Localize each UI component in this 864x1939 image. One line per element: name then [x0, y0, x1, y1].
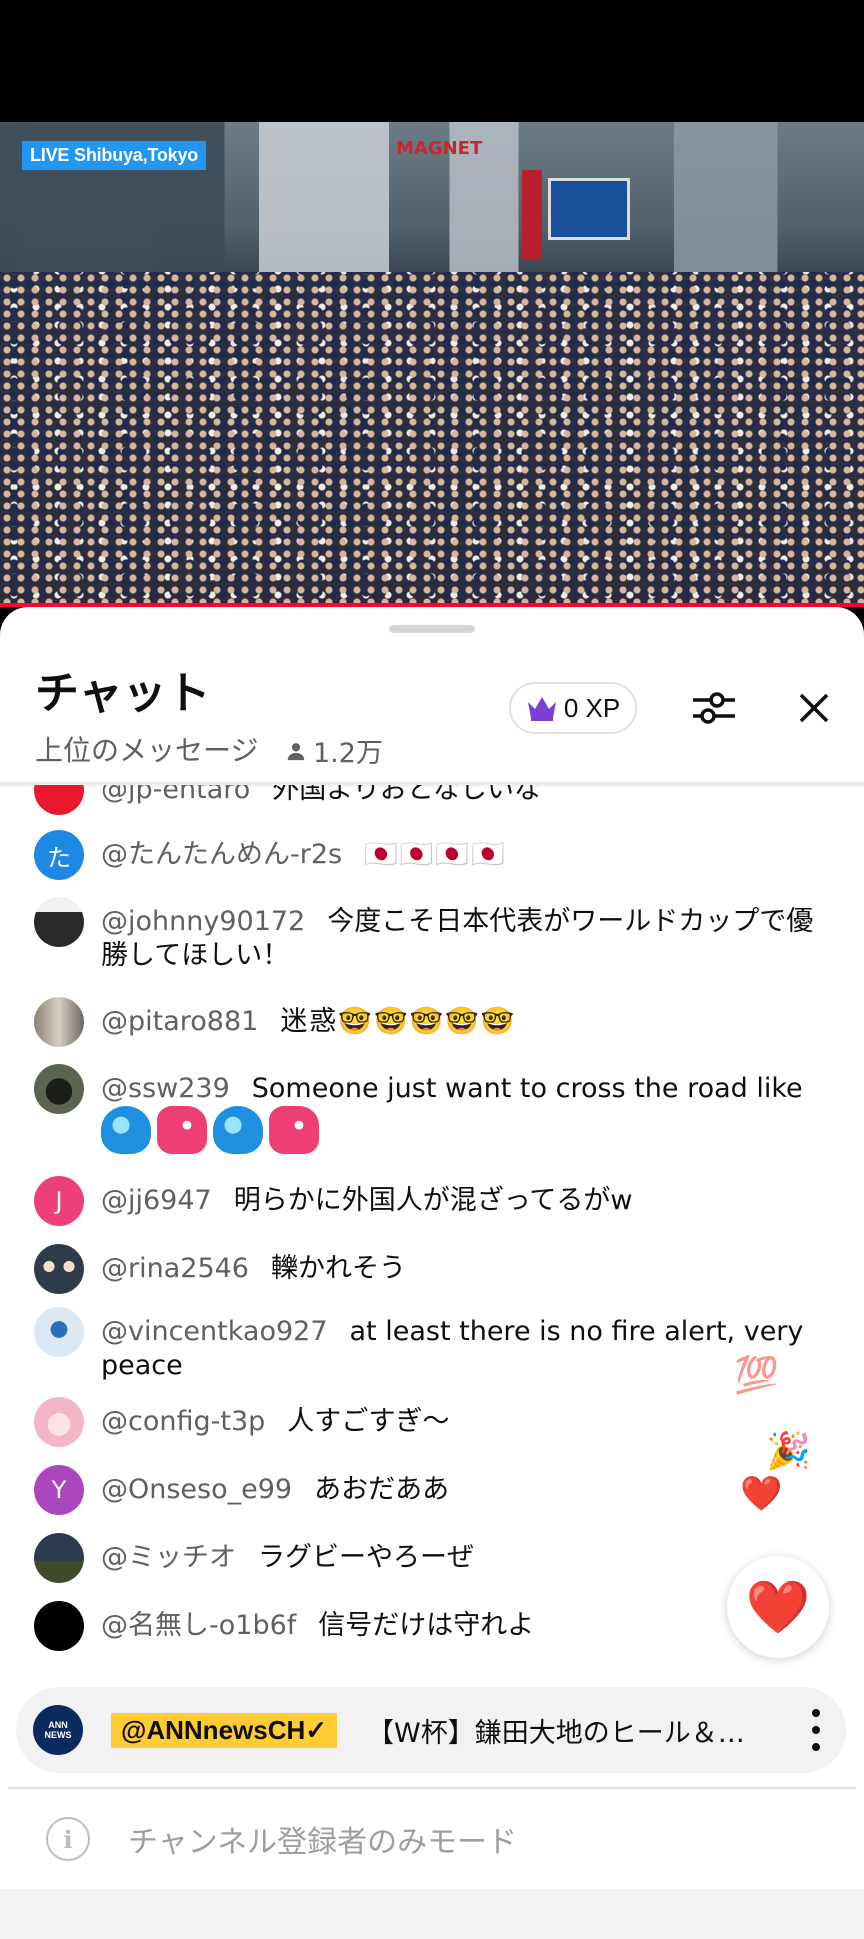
pinned-message[interactable]: ANN NEWS @ANNnewsCH✓ 【W杯】鎌田大地のヒール＆スペシャル [16, 1687, 846, 1773]
avatar[interactable] [34, 1244, 84, 1294]
chat-panel: チャット 上位のメッセージ 1.2万 0 XP @jp-entaro 外国よりおと… [0, 607, 864, 1939]
chat-message[interactable]: た @たんたんめん-r2s 🇯🇵🇯🇵🇯🇵🇯🇵 [34, 830, 824, 880]
info-icon[interactable]: i [46, 1817, 90, 1861]
xp-badge[interactable]: 0 XP [509, 682, 637, 734]
message-text: 明らかに外国人が混ざってるがw [233, 1185, 633, 1216]
pink-monster-sticker [157, 1106, 207, 1154]
chat-message[interactable]: @vincentkao927 at least there is no fire … [34, 1307, 824, 1383]
chat-message[interactable]: Y @Onseso_e99 あおだああ [34, 1465, 824, 1515]
channel-logo[interactable]: ANN NEWS [33, 1705, 83, 1755]
avatar[interactable] [34, 785, 84, 815]
channel-logo-bottom: NEWS [44, 1730, 72, 1740]
viewer-count: 1.2万 [285, 731, 383, 770]
close-button[interactable] [788, 682, 840, 734]
chat-message-list[interactable]: @jp-entaro 外国よりおとなしいな た @たんたんめん-r2s 🇯🇵🇯🇵🇯🇵… [0, 785, 864, 1685]
chat-message[interactable]: @pitaro881 迷惑🤓🤓🤓🤓🤓 [34, 997, 824, 1047]
pinned-channel-tag[interactable]: @ANNnewsCH✓ [111, 1712, 338, 1748]
close-icon [799, 693, 829, 723]
message-text: ラグビーやろーぜ [258, 1542, 474, 1573]
message-author[interactable]: @rina2546 [101, 1253, 249, 1284]
message-author[interactable]: @名無し-o1b6f [101, 1610, 296, 1641]
pink-monster-sticker [269, 1106, 319, 1154]
message-text: 人すごすぎ〜 [287, 1406, 450, 1437]
avatar[interactable] [34, 1307, 84, 1357]
dot [812, 1743, 820, 1751]
chat-message[interactable]: @jp-entaro 外国よりおとなしいな [34, 785, 824, 815]
message-author[interactable]: @たんたんめん-r2s [101, 839, 342, 870]
avatar[interactable] [34, 897, 84, 947]
video-player[interactable]: MAGNET [0, 122, 864, 605]
chat-message[interactable]: @johnny90172 今度こそ日本代表がワールドカップで優勝してほしい！ [34, 897, 824, 973]
sliders-icon [693, 692, 735, 724]
dot [812, 1726, 820, 1734]
channel-logo-top: ANN [48, 1720, 68, 1730]
video-sign-text: MAGNET [396, 138, 483, 159]
navigation-bar [0, 1889, 864, 1939]
avatar[interactable] [34, 1397, 84, 1447]
person-icon [287, 742, 305, 760]
avatar[interactable] [34, 997, 84, 1047]
video-billboard [548, 178, 630, 240]
message-author[interactable]: @jp-entaro [101, 785, 250, 805]
chat-message[interactable]: @ssw239 Someone just want to cross the ro… [34, 1064, 824, 1154]
avatar[interactable] [34, 1533, 84, 1583]
drag-handle[interactable] [389, 625, 475, 633]
message-text: 轢かれそう [270, 1253, 406, 1284]
blue-monster-sticker [101, 1106, 151, 1154]
chat-message[interactable]: @config-t3p 人すごすぎ〜 [34, 1397, 824, 1447]
message-author[interactable]: @ミッチオ [101, 1542, 236, 1573]
message-text: 迷惑🤓🤓🤓🤓🤓 [280, 1006, 517, 1037]
avatar[interactable]: た [34, 830, 84, 880]
send-heart-button[interactable]: ❤️ [727, 1556, 829, 1658]
message-author[interactable]: @Onseso_e99 [101, 1474, 292, 1505]
avatar[interactable] [34, 1601, 84, 1651]
message-author[interactable]: @ssw239 [101, 1073, 230, 1104]
more-options-button[interactable] [810, 1709, 822, 1751]
message-text: Someone just want to cross the road like [251, 1073, 803, 1104]
avatar[interactable] [34, 1064, 84, 1114]
avatar-letter: た [47, 843, 71, 872]
live-label: LIVE Shibuya,Tokyo [22, 141, 207, 170]
pinned-text: 【W杯】鎌田大地のヒール＆スペシャル [367, 1717, 768, 1749]
video-crowd [0, 272, 864, 605]
chat-filter-label[interactable]: 上位のメッセージ [35, 729, 258, 769]
message-author[interactable]: @vincentkao927 [101, 1316, 328, 1347]
chat-message[interactable]: @名無し-o1b6f 信号だけは守れよ [34, 1601, 824, 1651]
message-author[interactable]: @config-t3p [101, 1406, 265, 1437]
message-author[interactable]: @pitaro881 [101, 1006, 258, 1037]
message-text: あおだああ [314, 1474, 450, 1505]
subscribers-only-text: チャンネル登録者のみモード [128, 1825, 518, 1860]
chat-message[interactable]: @rina2546 轢かれそう [34, 1244, 824, 1294]
message-text: 信号だけは守れよ [318, 1610, 535, 1641]
heart-emoji: ❤️ [740, 1474, 783, 1514]
message-text: 🇯🇵🇯🇵🇯🇵🇯🇵 [364, 839, 507, 870]
avatar[interactable]: J [34, 1176, 84, 1226]
heart-icon: ❤️ [745, 1577, 811, 1638]
hundred-points-emoji: 💯 [734, 1355, 779, 1396]
viewer-count-value: 1.2万 [313, 738, 383, 769]
message-author[interactable]: @johnny90172 [101, 906, 305, 937]
party-popper-emoji: 🎉 [766, 1431, 811, 1472]
avatar-letter: Y [51, 1476, 67, 1504]
xp-value: 0 XP [563, 692, 621, 723]
avatar[interactable]: Y [34, 1465, 84, 1515]
sticker-row [101, 1106, 325, 1154]
message-author[interactable]: @jj6947 [101, 1185, 212, 1216]
avatar-letter: J [55, 1187, 63, 1215]
subscribers-only-bar: i チャンネル登録者のみモード [0, 1789, 864, 1889]
chat-message[interactable]: @ミッチオ ラグビーやろーぜ [34, 1533, 824, 1583]
message-text: 外国よりおとなしいな [272, 785, 541, 805]
chat-message[interactable]: J @jj6947 明らかに外国人が混ざってるがw [34, 1176, 824, 1226]
dot [812, 1709, 820, 1717]
filter-settings-button[interactable] [688, 682, 740, 734]
video-sign-red [522, 170, 542, 260]
crown-icon [527, 697, 556, 721]
chat-title: チャット [35, 668, 211, 719]
status-bar [0, 0, 864, 122]
blue-monster-sticker [213, 1106, 263, 1154]
